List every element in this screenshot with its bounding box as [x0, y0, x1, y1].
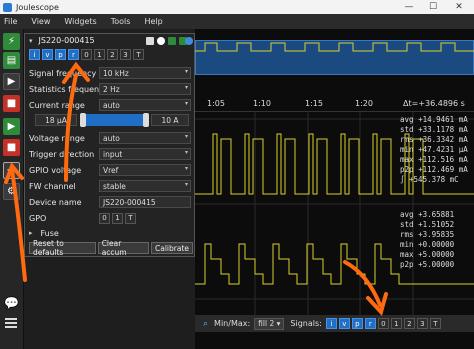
arrow-to-device-button [10, 168, 27, 282]
arrow-to-bottom-signals [343, 260, 382, 307]
arrow-to-signal-toggles [64, 73, 78, 182]
annotation-arrows [4, 61, 388, 316]
joulescope-window: Joulescope — ☐ ✕ File View Widgets Tools… [0, 0, 474, 349]
